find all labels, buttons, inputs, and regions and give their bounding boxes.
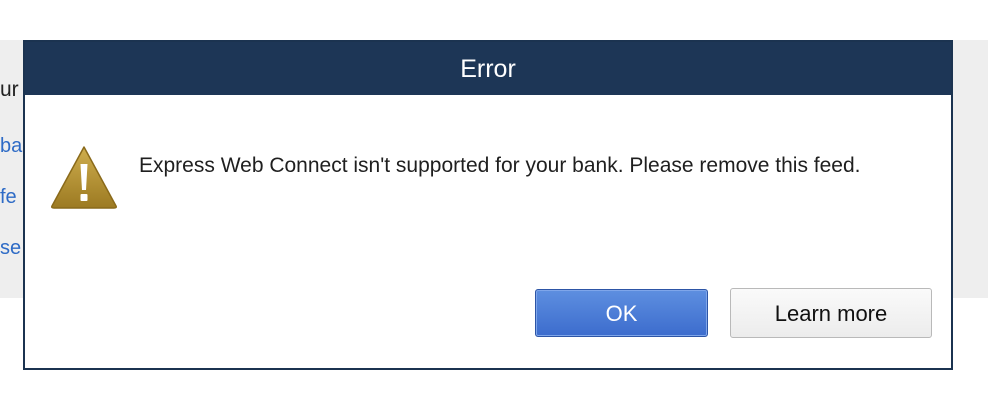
background-link-1[interactable]: ba bbox=[0, 135, 22, 158]
warning-triangle-icon bbox=[50, 144, 118, 210]
learn-more-button[interactable]: Learn more bbox=[730, 288, 932, 338]
ok-button[interactable]: OK bbox=[535, 289, 708, 337]
dialog-title: Error bbox=[25, 42, 951, 95]
background-link-3[interactable]: se bbox=[0, 237, 21, 260]
error-message: Express Web Connect isn't supported for … bbox=[139, 154, 861, 177]
error-dialog: Error Express Web Connect isn't supporte… bbox=[23, 40, 953, 370]
background-link-2[interactable]: fe bbox=[0, 186, 17, 209]
background-heading-fragment: ur bbox=[0, 78, 19, 101]
